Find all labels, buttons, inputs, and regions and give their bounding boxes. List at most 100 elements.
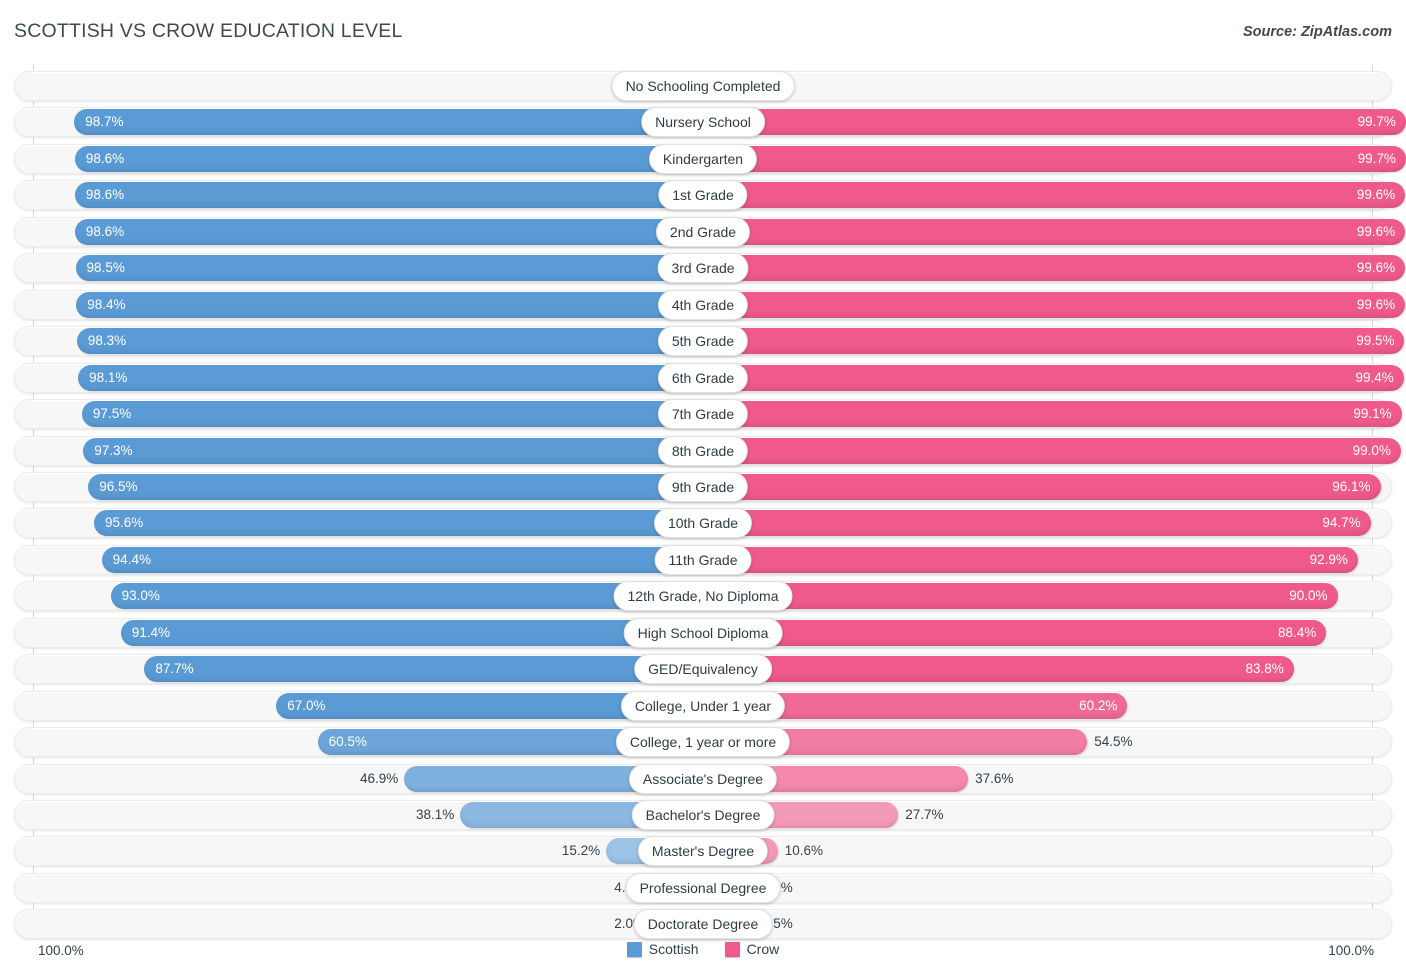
category-label[interactable]: 3rd Grade [657,253,749,284]
value-label-crow: 94.7% [1322,515,1361,531]
table-row: 97.3% 99.0% 8th Grade [14,435,1401,466]
category-label[interactable]: 10th Grade [653,508,753,539]
value-label-crow: 96.1% [1332,478,1371,494]
value-label-crow: 83.8% [1245,661,1284,677]
table-row: 98.3% 99.5% 5th Grade [14,326,1405,357]
value-label-scottish: 95.6% [105,515,144,531]
bar-scottish [101,546,703,573]
category-label[interactable]: 6th Grade [657,362,749,393]
table-row: 4.6%3.2%Professional Degree [14,872,1392,903]
value-label-scottish: 67.0% [287,697,326,713]
category-label[interactable]: 9th Grade [657,471,749,502]
value-label-scottish: 96.5% [99,478,138,494]
chart-root: SCOTTISH VS CROW EDUCATION LEVEL Source:… [0,0,1406,975]
category-label[interactable]: 4th Grade [657,289,749,320]
category-label[interactable]: 12th Grade, No Diploma [613,581,793,612]
bar-scottish [78,364,703,391]
legend-label: Crow [746,941,780,957]
value-label-crow: 54.5% [1094,734,1133,750]
chart-legend: Scottish Crow [0,941,1406,957]
value-label-crow: 99.7% [1357,114,1396,130]
value-label-scottish: 94.4% [112,551,151,567]
table-row: 46.9% 37.6% Associate's Degree [14,763,1392,794]
bar-crow [703,145,1406,172]
category-label[interactable]: High School Diploma [623,617,783,648]
bar-crow [703,473,1381,500]
value-label-crow: 27.7% [905,807,944,822]
value-label-crow: 99.4% [1355,369,1394,385]
bar-crow [703,109,1406,136]
bar-scottish [144,656,703,683]
value-label-scottish: 98.1% [89,369,128,385]
category-label[interactable]: 5th Grade [657,326,749,357]
table-row: 91.4% 88.4% High School Diploma [14,617,1392,648]
source-attribution: Source: ZipAtlas.com [1242,24,1392,40]
value-label-crow: 99.0% [1352,442,1391,458]
category-label[interactable]: Master's Degree [637,836,769,867]
bar-scottish [120,619,703,646]
value-label-scottish: 87.7% [155,661,194,677]
value-label-scottish: 98.4% [87,296,126,312]
table-row: 98.6% 99.7% Kindergarten [14,143,1406,174]
value-label-scottish: 60.5% [328,734,367,750]
value-label-scottish: 98.6% [85,223,125,239]
legend-swatch-icon [724,941,740,957]
bar-scottish [74,109,703,136]
value-label-crow: 99.6% [1356,223,1396,239]
category-label[interactable]: College, 1 year or more [615,727,791,758]
value-label-scottish: 98.6% [85,187,125,203]
table-row: 98.1% 99.4% 6th Grade [14,362,1404,393]
bar-crow [703,291,1406,318]
bar-crow [703,583,1338,610]
table-row: 98.7% 99.7% Nursery School [14,107,1406,138]
category-label[interactable]: 11th Grade [654,544,752,575]
table-row: 95.6% 94.7% 10th Grade [14,508,1392,539]
category-label[interactable]: Professional Degree [625,872,781,903]
bar-crow [703,619,1327,646]
category-label[interactable]: GED/Equivalency [634,654,772,685]
category-label[interactable]: 2nd Grade [655,216,751,247]
value-label-crow: 99.6% [1356,260,1396,276]
table-row: 87.7% 83.8% GED/Equivalency [14,654,1392,685]
category-label[interactable]: Nursery School [641,107,765,138]
legend-swatch-icon [626,941,642,957]
table-row: 15.2% 10.6% Master's Degree [14,836,1392,867]
value-label-crow: 60.2% [1079,697,1118,713]
category-label[interactable]: Kindergarten [648,143,758,174]
table-row: 60.5% 54.5% College, 1 year or more [14,727,1392,758]
value-label-scottish: 98.3% [87,333,127,349]
category-label[interactable]: Associate's Degree [628,763,778,794]
category-label[interactable]: College, Under 1 year [620,690,786,721]
table-row: 97.5% 99.1% 7th Grade [14,399,1402,430]
bar-scottish [74,182,703,209]
table-row: 38.1% 27.7% Bachelor's Degree [14,800,1392,830]
table-row: 2.0% 1.5% Doctorate Degree [14,909,1392,940]
value-label-scottish: 93.0% [121,588,160,604]
bar-scottish [74,145,703,172]
bar-crow [703,437,1401,464]
category-label[interactable]: Bachelor's Degree [631,800,775,830]
value-label-crow: 99.6% [1356,187,1396,203]
category-label[interactable]: Doctorate Degree [633,909,773,940]
value-label-crow: 90.0% [1289,588,1328,604]
value-label-crow: 88.4% [1277,624,1317,640]
bar-scottish [81,401,703,428]
value-label-crow: 99.7% [1357,150,1396,166]
legend-item-scottish[interactable]: Scottish [626,941,699,957]
value-label-scottish: 38.1% [416,807,455,822]
category-label[interactable]: No Schooling Completed [611,71,795,101]
category-label[interactable]: 8th Grade [657,435,749,466]
value-label-scottish: 46.9% [359,770,399,786]
value-label-crow: 92.9% [1309,551,1348,567]
table-row: 98.4% 99.6% 4th Grade [14,289,1406,320]
value-label-crow: 10.6% [784,843,823,859]
table-row: 67.0% 60.2% College, Under 1 year [14,690,1392,721]
bar-crow [703,255,1406,282]
value-label-crow: 99.1% [1353,406,1392,422]
category-label[interactable]: 7th Grade [657,399,749,430]
table-row: 96.5% 96.1% 9th Grade [14,471,1392,502]
table-row: 98.6% 99.6% 2nd Grade [14,216,1406,247]
legend-item-crow[interactable]: Crow [724,941,780,957]
table-row: 1.4%1.6%No Schooling Completed [14,71,1392,101]
category-label[interactable]: 1st Grade [658,180,748,211]
